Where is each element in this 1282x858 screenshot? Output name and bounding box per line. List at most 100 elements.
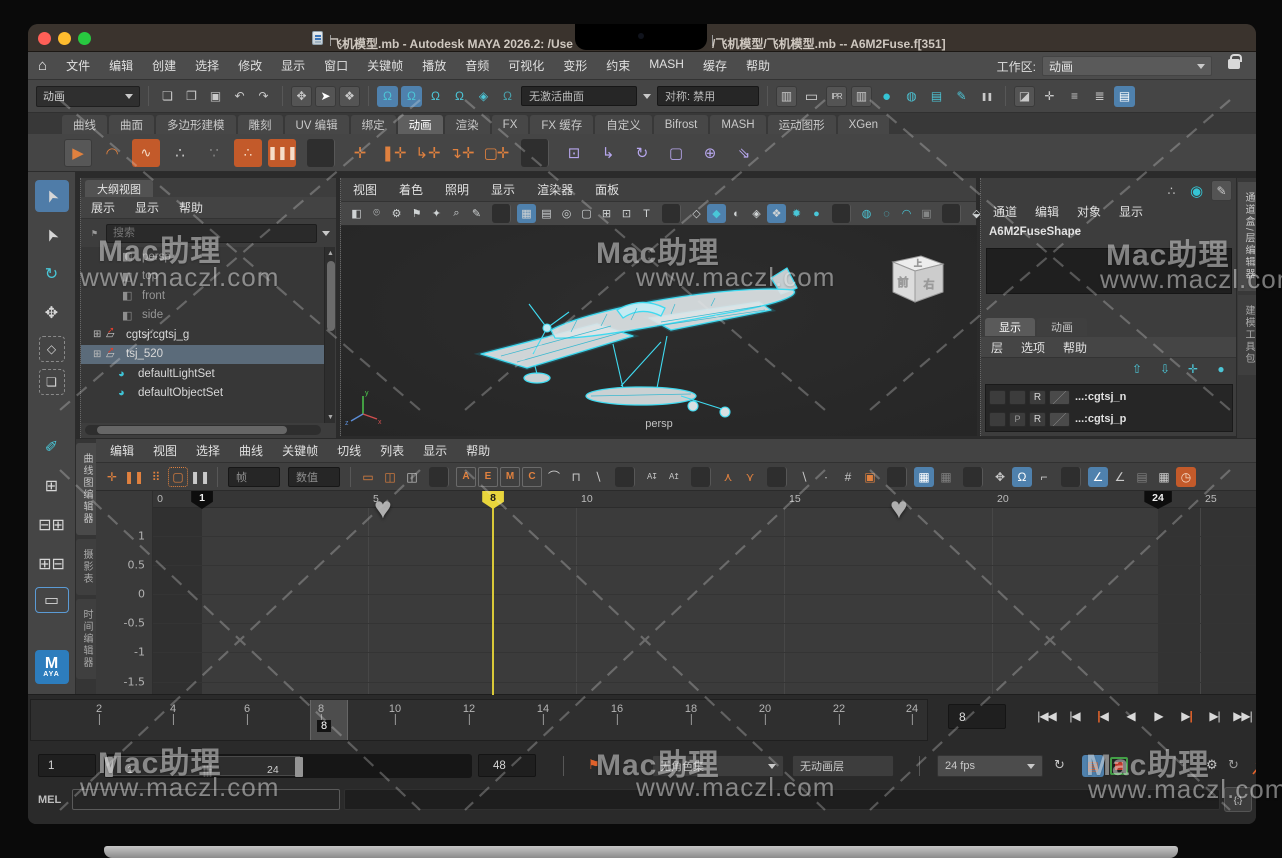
wireframe-on-shaded-icon[interactable]: ❖	[767, 204, 786, 223]
shelf-tab[interactable]: 渲染	[445, 115, 490, 134]
menu-item[interactable]: 渲染器	[537, 181, 573, 198]
zoom-window-button[interactable]	[78, 32, 91, 45]
menu-item[interactable]: 列表	[380, 442, 404, 459]
pin-panel-icon[interactable]: ∴	[1161, 180, 1182, 201]
lock-camera-icon[interactable]: ⌾	[367, 204, 386, 223]
step-forward-frame-button[interactable]: ▶|	[1202, 703, 1227, 729]
bookmark-flag-icon[interactable]: ⚑	[588, 757, 600, 773]
tangent-auto-mix-icon[interactable]: M	[500, 467, 520, 487]
shelf-icon[interactable]	[307, 139, 335, 167]
select-component-icon[interactable]: ❖	[339, 86, 360, 107]
current-time-line[interactable]	[492, 505, 494, 695]
frame-all-icon[interactable]: ▭	[358, 467, 378, 487]
dope-sheet-icon[interactable]: ∴	[166, 139, 194, 167]
speed-ramp-icon[interactable]: ◉	[1186, 180, 1207, 201]
sidebar-tab[interactable]: 建模工具包	[1238, 295, 1256, 375]
lighting-icon[interactable]: ✹	[787, 204, 806, 223]
play-backwards-button[interactable]: ◀	[1118, 703, 1143, 729]
menu-item[interactable]: 视图	[353, 181, 377, 198]
layer-editor-tab[interactable]: 显示	[985, 318, 1035, 336]
shelf-tab[interactable]: MASH	[710, 115, 765, 134]
break-tangents-icon[interactable]: ⋏	[718, 467, 738, 487]
shelf-tab[interactable]: FX	[492, 115, 529, 134]
lock-workspace-icon[interactable]	[1228, 59, 1240, 69]
range-grip[interactable]	[203, 765, 212, 777]
menu-item[interactable]: MASH	[649, 57, 684, 74]
set-key-icon[interactable]: ✛	[346, 139, 374, 167]
layer-editor-tab[interactable]: 动画	[1037, 318, 1087, 336]
2d-pan-zoom-icon[interactable]: ⌕	[447, 204, 466, 223]
channel-list-icon[interactable]: ≡	[1064, 86, 1085, 107]
render-frame-icon[interactable]: ▭	[801, 86, 822, 107]
menu-item[interactable]: 着色	[399, 181, 423, 198]
snap-to-curve-icon[interactable]: Ω	[401, 86, 422, 107]
add-empty-layer-icon[interactable]: ✛	[1184, 361, 1202, 377]
graph-tool-icon[interactable]	[767, 467, 787, 487]
tangent-auto-ease-icon[interactable]: E	[478, 467, 498, 487]
menu-item[interactable]: 显示	[491, 181, 515, 198]
pane-layout-button-a[interactable]: ⊟⊞	[35, 509, 69, 541]
scale-tool[interactable]: ❏	[39, 369, 65, 395]
select-camera-icon[interactable]: ◧	[347, 204, 366, 223]
auto-key-icon[interactable]	[1250, 756, 1256, 779]
lattice-deform-keys-icon[interactable]: ⠿	[146, 467, 166, 487]
menu-item[interactable]: 对象	[1077, 203, 1101, 220]
light-editor-icon[interactable]: ▤	[926, 86, 947, 107]
gate-mask-icon[interactable]: ▢	[577, 204, 596, 223]
character-set-dropdown[interactable]: 无角色集	[652, 755, 784, 777]
layer-lock-toggle[interactable]: R	[1029, 412, 1046, 427]
lasso-tool[interactable]: ➤	[35, 219, 69, 251]
shelf-tab[interactable]: Bifrost	[654, 115, 709, 134]
menu-item[interactable]: 视图	[153, 442, 177, 459]
set-key-rotate-icon[interactable]: ↴✛	[448, 139, 476, 167]
layer-color-swatch[interactable]	[1049, 412, 1070, 427]
command-input[interactable]	[72, 789, 340, 810]
parent-constraint-icon[interactable]: ⊡	[560, 139, 588, 167]
expand-icon[interactable]: ⊞	[93, 349, 106, 360]
paint-select-tool[interactable]: ↻	[35, 258, 69, 290]
move-layer-down-icon[interactable]: ⇩	[1156, 361, 1174, 377]
set-breakdown-key-icon[interactable]: ❚✛	[380, 139, 408, 167]
editor-tab[interactable]: 曲线图编辑器	[76, 443, 97, 535]
camera-sequencer-icon[interactable]: ❚❚❚	[268, 139, 296, 167]
graph-tool-icon[interactable]	[1061, 467, 1081, 487]
menu-item[interactable]: 可视化	[508, 57, 544, 74]
outliner-item[interactable]: ⊞ ▱ ➚ tsj_520	[81, 345, 325, 365]
move-tool[interactable]: ✥	[35, 297, 69, 329]
shelf-tab[interactable]: 曲线	[62, 115, 107, 134]
lock-tangent-weight-icon[interactable]: ∙	[816, 467, 836, 487]
layer-solo-toggle[interactable]	[1009, 390, 1026, 405]
move-layer-up-icon[interactable]: ⇧	[1128, 361, 1146, 377]
out-tangent-icon[interactable]: A↥	[664, 467, 684, 487]
four-view-layout-button[interactable]: ⊞	[35, 470, 69, 502]
show-results-icon[interactable]: ◷	[1176, 467, 1196, 487]
normalized-view-icon[interactable]: ▤	[1132, 467, 1152, 487]
titlebar[interactable]: 飞机模型.mb - Autodesk MAYA 2026.2: /Use /飞机…	[28, 24, 1256, 52]
graph-tool-icon[interactable]	[691, 467, 711, 487]
shelf-tab[interactable]: 绑定	[351, 115, 396, 134]
menu-item[interactable]: 选择	[195, 57, 219, 74]
ipr-render-icon[interactable]: IPR	[826, 86, 847, 107]
film-gate-icon[interactable]: ▤	[537, 204, 556, 223]
menu-item[interactable]: 帮助	[1063, 339, 1087, 356]
menu-item[interactable]: 帮助	[746, 57, 770, 74]
anti-alias-icon[interactable]: ◠	[897, 204, 916, 223]
motion-trail-icon[interactable]: ◠	[98, 139, 126, 167]
graph-plot-area[interactable]: 01581015202425	[153, 491, 1256, 695]
record-icon[interactable]	[1110, 757, 1128, 775]
render-view-icon[interactable]: ▥	[776, 86, 797, 107]
step-back-key-button[interactable]: |◀	[1090, 703, 1115, 729]
symmetry-field[interactable]: 对称: 禁用	[657, 86, 759, 106]
tangent-linear-icon[interactable]: ∖	[588, 467, 608, 487]
active-surface-field[interactable]: 无激活曲面	[521, 86, 637, 106]
menu-item[interactable]: 缓存	[703, 57, 727, 74]
graph-editor-icon[interactable]: ∿	[132, 139, 160, 167]
bookmark-icon[interactable]: ⚑	[407, 204, 426, 223]
viewport-canvas[interactable]: 上 前 右 y x z persp	[341, 226, 977, 436]
current-frame-field[interactable]: 8	[948, 704, 1006, 729]
tangent-auto-custom-icon[interactable]: C	[522, 467, 542, 487]
menu-item[interactable]: 关键帧	[367, 57, 403, 74]
outliner-item[interactable]: ◧ side	[81, 306, 325, 326]
set-key-translate-icon[interactable]: ↳✛	[414, 139, 442, 167]
snap-to-plane-icon[interactable]: Ω	[449, 86, 470, 107]
